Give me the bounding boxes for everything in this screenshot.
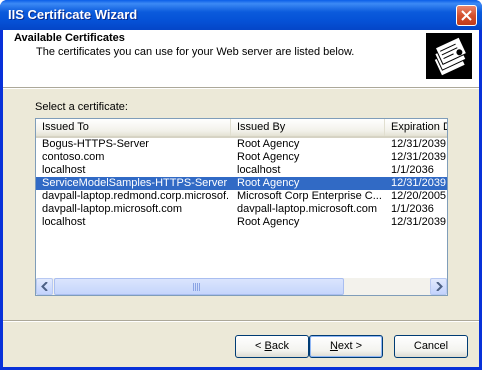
issued-to-cell: Bogus-HTTPS-Server bbox=[42, 138, 149, 150]
issued-to-cell: contoso.com bbox=[42, 151, 105, 163]
scroll-thumb[interactable] bbox=[54, 278, 344, 295]
next-button[interactable]: Next > bbox=[309, 335, 383, 358]
next-button-label: Next > bbox=[329, 340, 363, 352]
close-icon bbox=[461, 10, 472, 21]
certificate-row[interactable]: davpall-laptop.redmond.corp.microsof... … bbox=[36, 190, 447, 203]
certificate-rows: Bogus-HTTPS-Server Root Agency 12/31/203… bbox=[36, 138, 447, 229]
issued-to-cell: localhost bbox=[42, 164, 86, 176]
issued-by-cell: Root Agency bbox=[237, 177, 300, 189]
certificate-row-selected[interactable]: ServiceModelSamples-HTTPS-Server Root Ag… bbox=[36, 177, 447, 190]
issued-to-cell: localhost bbox=[42, 216, 86, 228]
column-header-expiration[interactable]: Expiration D bbox=[385, 119, 447, 136]
header-divider bbox=[3, 88, 479, 89]
certificate-row[interactable]: davpall-laptop.microsoft.com davpall-lap… bbox=[36, 203, 447, 216]
scroll-right-icon bbox=[436, 282, 443, 291]
header-subtitle: The certificates you can use for your We… bbox=[36, 46, 355, 58]
button-separator bbox=[3, 320, 479, 322]
certificate-wizard-icon bbox=[426, 33, 472, 79]
window-title: IIS Certificate Wizard bbox=[8, 7, 138, 22]
wizard-header: Available Certificates The certificates … bbox=[3, 30, 479, 88]
header-title: Available Certificates bbox=[14, 32, 125, 44]
back-button[interactable]: < Back bbox=[235, 335, 309, 358]
issued-to-cell: davpall-laptop.microsoft.com bbox=[42, 203, 183, 215]
expiration-cell: 1/1/2036 bbox=[391, 203, 434, 215]
list-header: Issued To Issued By Expiration D bbox=[36, 119, 447, 138]
issued-by-cell: Root Agency bbox=[237, 138, 300, 150]
expiration-cell: 12/31/2039 bbox=[391, 216, 447, 228]
close-button[interactable] bbox=[456, 5, 477, 26]
issued-by-cell: Microsoft Corp Enterprise C... bbox=[237, 190, 382, 202]
issued-by-cell: davpall-laptop.microsoft.com bbox=[237, 203, 378, 215]
horizontal-scrollbar[interactable] bbox=[36, 278, 447, 295]
expiration-cell: 12/20/2005 bbox=[391, 190, 447, 202]
cancel-button-label: Cancel bbox=[413, 340, 449, 352]
certificate-row[interactable]: localhost Root Agency 12/31/2039 bbox=[36, 216, 447, 229]
expiration-cell: 12/31/2039 bbox=[391, 138, 447, 150]
certificate-row[interactable]: Bogus-HTTPS-Server Root Agency 12/31/203… bbox=[36, 138, 447, 151]
certificate-row[interactable]: contoso.com Root Agency 12/31/2039 bbox=[36, 151, 447, 164]
issued-to-cell: ServiceModelSamples-HTTPS-Server bbox=[42, 177, 228, 189]
scroll-left-button[interactable] bbox=[36, 278, 53, 295]
back-button-label: < Back bbox=[255, 340, 289, 352]
certificate-row[interactable]: localhost localhost 1/1/2036 bbox=[36, 164, 447, 177]
certificate-list[interactable]: Issued To Issued By Expiration D Bogus-H… bbox=[35, 118, 448, 296]
scroll-right-button[interactable] bbox=[430, 278, 447, 295]
issued-by-cell: localhost bbox=[237, 164, 281, 176]
issued-by-cell: Root Agency bbox=[237, 216, 300, 228]
dialog-body: Available Certificates The certificates … bbox=[3, 30, 479, 367]
expiration-cell: 12/31/2039 bbox=[391, 151, 447, 163]
issued-by-cell: Root Agency bbox=[237, 151, 300, 163]
expiration-cell: 1/1/2036 bbox=[391, 164, 434, 176]
title-bar[interactable]: IIS Certificate Wizard bbox=[0, 0, 482, 30]
wizard-window: IIS Certificate Wizard Available Certifi… bbox=[0, 0, 482, 370]
cancel-button[interactable]: Cancel bbox=[394, 335, 468, 358]
select-certificate-label: Select a certificate: bbox=[35, 101, 128, 113]
expiration-cell: 12/31/2039 bbox=[391, 177, 447, 189]
issued-to-cell: davpall-laptop.redmond.corp.microsof... bbox=[42, 190, 228, 202]
column-header-issued-to[interactable]: Issued To bbox=[36, 119, 231, 136]
scroll-grip-icon bbox=[193, 283, 202, 291]
column-header-issued-by[interactable]: Issued By bbox=[231, 119, 385, 136]
scroll-left-icon bbox=[41, 282, 48, 291]
